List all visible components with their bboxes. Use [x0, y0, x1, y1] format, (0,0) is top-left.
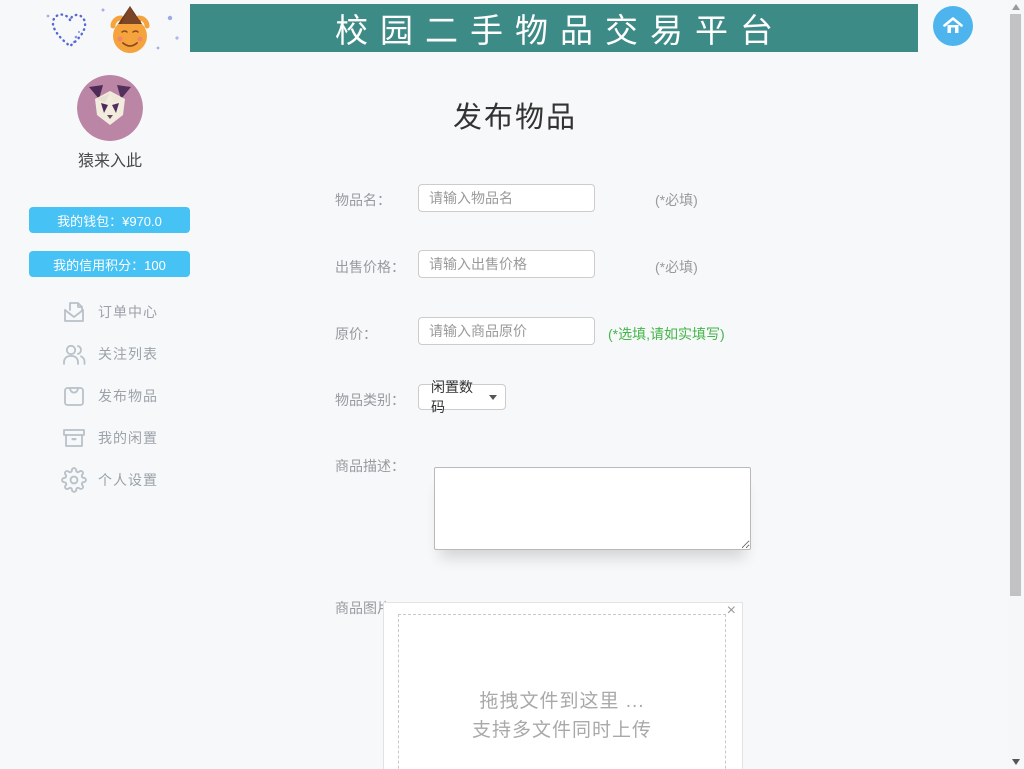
- users-icon: [63, 344, 86, 365]
- site-title: 校园二手物品交易平台: [335, 12, 785, 49]
- item-name-note: (*必填): [655, 192, 698, 208]
- scrollbar-thumb[interactable]: [1010, 14, 1021, 596]
- sidebar-item-settings[interactable]: 个人设置: [61, 459, 211, 501]
- site-logo: [40, 4, 185, 56]
- wallet-button[interactable]: 我的钱包：¥970.0: [29, 207, 190, 233]
- scroll-down-icon[interactable]: [1012, 759, 1020, 765]
- site-banner: 校园二手物品交易平台: [190, 4, 918, 52]
- sidebar-item-label: 我的闲置: [98, 430, 158, 446]
- mail-icon: [64, 302, 84, 322]
- sidebar-item-label: 关注列表: [98, 346, 158, 362]
- image-upload-panel: × 拖拽文件到这里 ... 支持多文件同时上传: [383, 602, 743, 769]
- item-name-input[interactable]: [418, 184, 595, 212]
- credit-button[interactable]: 我的信用积分：100: [29, 251, 190, 277]
- category-selected-value: 闲置数码: [431, 379, 473, 415]
- home-icon: [943, 17, 963, 33]
- sidebar-item-label: 发布物品: [98, 388, 158, 404]
- sidebar-item-following[interactable]: 关注列表: [61, 333, 211, 375]
- category-select[interactable]: 闲置数码: [418, 379, 506, 415]
- dropzone-line1: 拖拽文件到这里 ...: [479, 691, 645, 712]
- file-dropzone[interactable]: 拖拽文件到这里 ... 支持多文件同时上传: [398, 614, 726, 769]
- close-icon[interactable]: ×: [727, 603, 736, 619]
- home-button[interactable]: [933, 6, 973, 46]
- shopping-bag-icon: [64, 387, 84, 406]
- original-price-label: 原价：: [335, 326, 377, 342]
- sidebar-item-label: 订单中心: [98, 304, 158, 320]
- chevron-down-icon: [489, 394, 497, 400]
- page-title: 发布物品: [452, 102, 577, 134]
- original-price-note: (*选填,请如实填写): [608, 326, 725, 342]
- username: 猿来入此: [77, 153, 142, 170]
- price-note: (*必填): [655, 259, 698, 275]
- sidebar-item-my-items[interactable]: 我的闲置: [61, 417, 211, 459]
- gear-icon: [61, 467, 87, 493]
- description-label: 商品描述：: [335, 458, 405, 474]
- original-price-input[interactable]: [418, 317, 595, 345]
- price-label: 出售价格：: [335, 259, 405, 275]
- sidebar-item-orders[interactable]: 订单中心: [61, 291, 211, 333]
- sidebar-item-label: 个人设置: [98, 472, 158, 488]
- dropzone-line2: 支持多文件同时上传: [471, 720, 652, 741]
- description-textarea[interactable]: [434, 467, 751, 550]
- scroll-up-icon[interactable]: [1012, 4, 1020, 10]
- panda-avatar-icon: [77, 75, 143, 141]
- archive-box-icon: [63, 429, 85, 447]
- category-label: 物品类别：: [335, 392, 405, 408]
- price-input[interactable]: [418, 250, 595, 278]
- vertical-scrollbar[interactable]: [1008, 0, 1024, 769]
- logo-heart-monkey-icon: [46, 6, 179, 53]
- avatar[interactable]: [77, 75, 143, 141]
- sidebar-item-publish[interactable]: 发布物品: [61, 375, 211, 417]
- item-name-label: 物品名：: [335, 192, 391, 208]
